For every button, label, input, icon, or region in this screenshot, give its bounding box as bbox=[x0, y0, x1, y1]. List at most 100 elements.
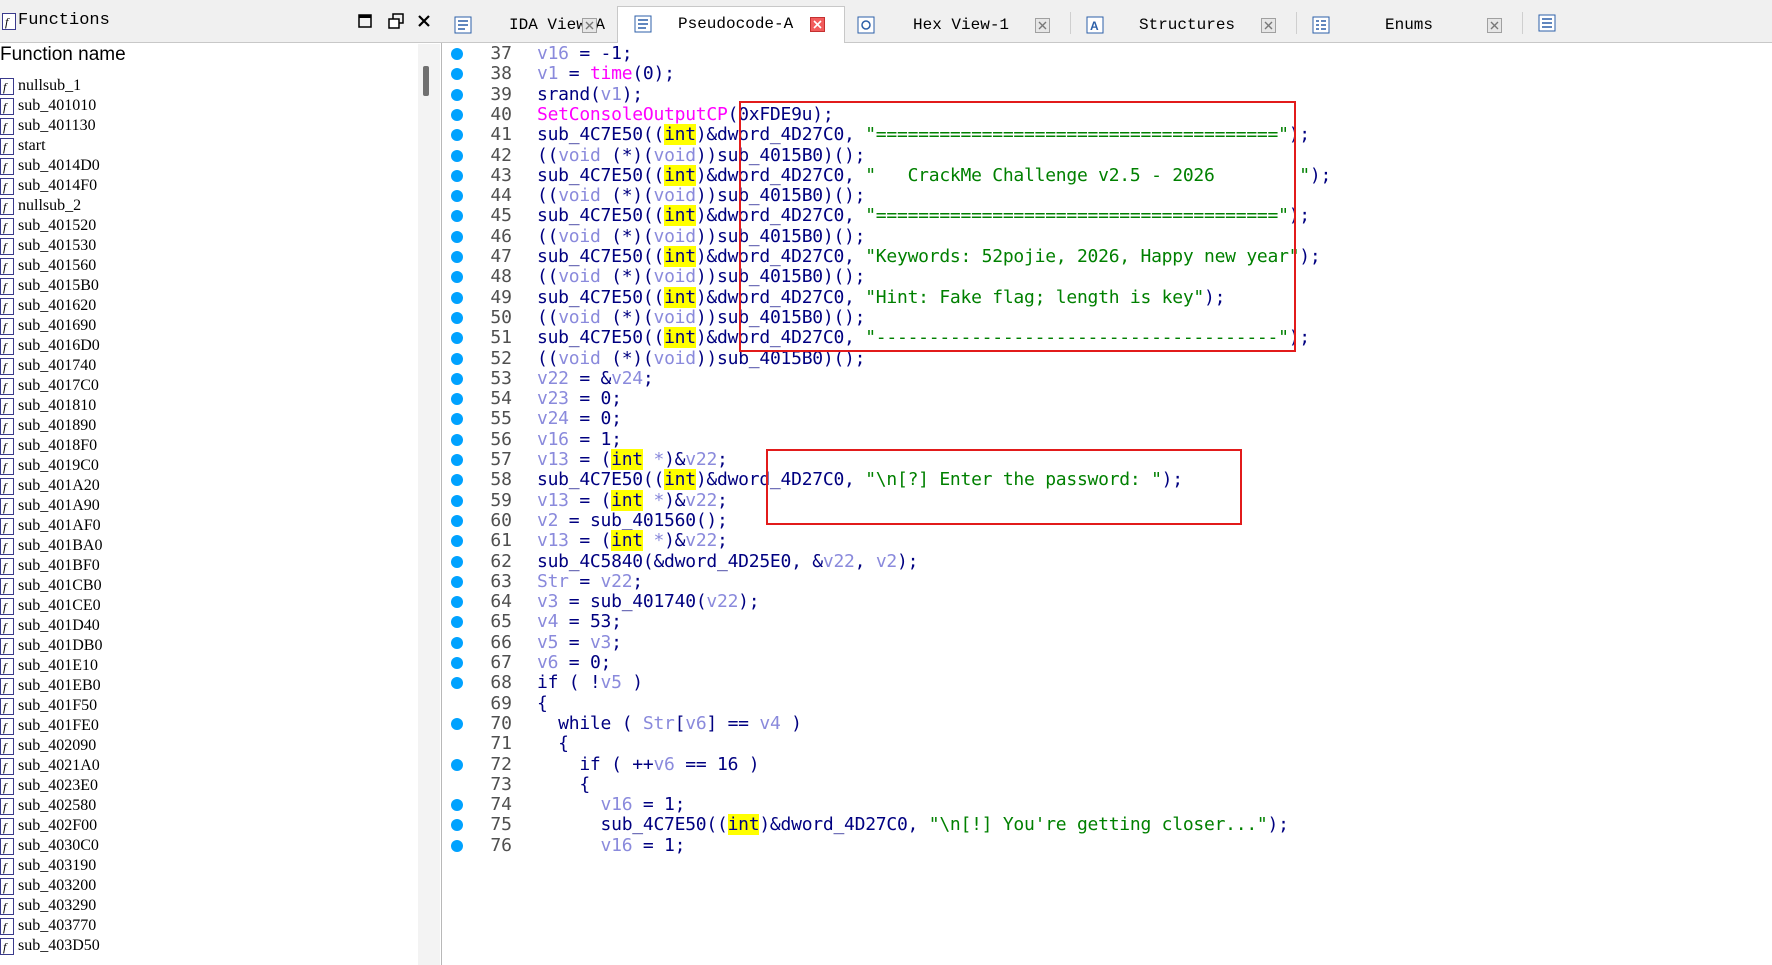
function-list-item[interactable]: f sub_401BA0 bbox=[0, 536, 410, 556]
code-text[interactable]: { bbox=[537, 774, 590, 796]
close-tab-icon[interactable] bbox=[1035, 18, 1050, 33]
function-list-item[interactable]: f sub_403190 bbox=[0, 856, 410, 876]
function-list-item[interactable]: f sub_403290 bbox=[0, 896, 410, 916]
function-list-item[interactable]: f sub_4016D0 bbox=[0, 336, 410, 356]
code-text[interactable]: v13 = (int *)&v22; bbox=[537, 449, 728, 471]
code-text[interactable]: v3 = sub_401740(v22); bbox=[537, 591, 760, 613]
code-text[interactable]: v16 = 1; bbox=[537, 794, 686, 816]
breakpoint-marker-icon[interactable] bbox=[451, 717, 463, 730]
function-list-item[interactable]: f sub_402F00 bbox=[0, 816, 410, 836]
function-list-item[interactable]: f sub_401D40 bbox=[0, 616, 410, 636]
code-line[interactable]: 61 v13 = (int *)&v22; bbox=[442, 530, 1772, 552]
breakpoint-marker-icon[interactable] bbox=[451, 372, 463, 385]
function-list-item[interactable]: f sub_4014F0 bbox=[0, 176, 410, 196]
code-text[interactable]: { bbox=[537, 693, 548, 715]
function-list-item[interactable]: f sub_401620 bbox=[0, 296, 410, 316]
code-text[interactable]: sub_4C7E50((int)&dword_4D27C0, "\n[!] Yo… bbox=[537, 814, 1289, 836]
function-list-item[interactable]: f sub_401890 bbox=[0, 416, 410, 436]
breakpoint-marker-icon[interactable] bbox=[451, 393, 463, 406]
code-text[interactable]: v5 = v3; bbox=[537, 632, 622, 654]
tab-structures[interactable]: A Structures bbox=[1070, 8, 1296, 43]
breakpoint-marker-icon[interactable] bbox=[451, 332, 463, 345]
function-list-item[interactable]: f sub_4017C0 bbox=[0, 376, 410, 396]
code-line[interactable]: 76 v16 = 1; bbox=[442, 835, 1772, 857]
code-line[interactable]: 68 if ( !v5 ) bbox=[442, 672, 1772, 694]
code-text[interactable]: v13 = (int *)&v22; bbox=[537, 489, 728, 512]
breakpoint-marker-icon[interactable] bbox=[451, 494, 463, 507]
close-tab-icon[interactable] bbox=[1261, 18, 1276, 33]
function-list-item[interactable]: f nullsub_2 bbox=[0, 196, 410, 216]
code-text[interactable]: v6 = 0; bbox=[537, 652, 611, 674]
breakpoint-marker-icon[interactable] bbox=[451, 616, 463, 629]
breakpoint-marker-icon[interactable] bbox=[451, 758, 463, 771]
function-list-item[interactable]: f sub_401810 bbox=[0, 396, 410, 416]
code-text[interactable]: srand(v1); bbox=[537, 84, 643, 106]
function-list-item[interactable]: f sub_401690 bbox=[0, 316, 410, 336]
code-line[interactable]: 66 v5 = v3; bbox=[442, 632, 1772, 654]
code-text[interactable]: v22 = &v24; bbox=[537, 368, 654, 390]
code-text[interactable]: sub_4C5840(&dword_4D25E0, &v22, v2); bbox=[537, 551, 918, 573]
code-text[interactable]: v16 = 1; bbox=[537, 429, 622, 451]
breakpoint-marker-icon[interactable] bbox=[451, 190, 463, 203]
code-line[interactable]: 72 if ( ++v6 == 16 ) bbox=[442, 754, 1772, 776]
function-list-item[interactable]: f sub_401A90 bbox=[0, 496, 410, 516]
close-tab-icon[interactable] bbox=[810, 17, 825, 32]
tab-enums[interactable]: Enums bbox=[1296, 8, 1522, 43]
function-list-item[interactable]: f sub_4030C0 bbox=[0, 836, 410, 856]
imports-tab-icon[interactable] bbox=[1538, 14, 1556, 32]
function-list-item[interactable]: f sub_401AF0 bbox=[0, 516, 410, 536]
breakpoint-marker-icon[interactable] bbox=[451, 68, 463, 81]
breakpoint-marker-icon[interactable] bbox=[451, 230, 463, 243]
code-line[interactable]: 67 v6 = 0; bbox=[442, 652, 1772, 674]
code-line[interactable]: 64 v3 = sub_401740(v22); bbox=[442, 591, 1772, 613]
breakpoint-marker-icon[interactable] bbox=[451, 352, 463, 365]
function-list-item[interactable]: f sub_402090 bbox=[0, 736, 410, 756]
code-line[interactable]: 65 v4 = 53; bbox=[442, 611, 1772, 633]
breakpoint-marker-icon[interactable] bbox=[451, 636, 463, 649]
tab-pseudocode-a[interactable]: Pseudocode-A bbox=[617, 6, 845, 44]
code-text[interactable]: if ( ++v6 == 16 ) bbox=[537, 754, 759, 776]
code-line[interactable]: 53 v22 = &v24; bbox=[442, 368, 1772, 390]
breakpoint-marker-icon[interactable] bbox=[451, 210, 463, 223]
breakpoint-marker-icon[interactable] bbox=[451, 454, 463, 466]
tab-hex-view-1[interactable]: Hex View-1 bbox=[845, 8, 1070, 43]
function-list-item[interactable]: f sub_4019C0 bbox=[0, 456, 410, 476]
code-text[interactable]: v2 = sub_401560(); bbox=[537, 510, 728, 532]
function-list-item[interactable]: f sub_401560 bbox=[0, 256, 410, 276]
breakpoint-marker-icon[interactable] bbox=[451, 677, 463, 690]
function-list-item[interactable]: f sub_403D50 bbox=[0, 936, 410, 956]
breakpoint-marker-icon[interactable] bbox=[451, 48, 463, 60]
code-text[interactable]: Str = v22; bbox=[537, 571, 643, 593]
pseudocode-view[interactable]: 37 v16 = -1; 38 v1 = time(0); 39 srand(v1); 40… bbox=[442, 43, 1772, 965]
breakpoint-marker-icon[interactable] bbox=[451, 129, 463, 142]
code-line[interactable]: 62 sub_4C5840(&dword_4D25E0, &v22, v2); bbox=[442, 551, 1772, 573]
breakpoint-marker-icon[interactable] bbox=[451, 657, 463, 669]
function-list-item[interactable]: f sub_401010 bbox=[0, 96, 410, 116]
code-text[interactable]: v16 = -1; bbox=[537, 43, 633, 65]
close-icon[interactable] bbox=[414, 11, 434, 31]
function-list-item[interactable]: f sub_401FE0 bbox=[0, 716, 410, 736]
code-line[interactable]: 55 v24 = 0; bbox=[442, 408, 1772, 430]
function-list-item[interactable]: f start bbox=[0, 136, 410, 156]
function-list-item[interactable]: f sub_4018F0 bbox=[0, 436, 410, 456]
breakpoint-marker-icon[interactable] bbox=[451, 251, 463, 263]
breakpoint-marker-icon[interactable] bbox=[451, 514, 463, 527]
breakpoint-marker-icon[interactable] bbox=[451, 291, 463, 304]
breakpoint-marker-icon[interactable] bbox=[451, 413, 463, 426]
function-list-item[interactable]: f sub_4021A0 bbox=[0, 756, 410, 776]
restore-icon[interactable] bbox=[386, 11, 406, 31]
code-text[interactable]: { bbox=[537, 733, 569, 755]
function-list-item[interactable]: f sub_401520 bbox=[0, 216, 410, 236]
code-text[interactable]: v23 = 0; bbox=[537, 388, 622, 410]
code-text[interactable]: v16 = 1; bbox=[537, 835, 686, 857]
function-list-item[interactable]: f sub_401BF0 bbox=[0, 556, 410, 576]
function-list-item[interactable]: f sub_403770 bbox=[0, 916, 410, 936]
code-text[interactable]: if ( !v5 ) bbox=[537, 672, 643, 694]
function-list-item[interactable]: f nullsub_1 bbox=[0, 76, 410, 96]
function-list-item[interactable]: f sub_402580 bbox=[0, 796, 410, 816]
function-list-item[interactable]: f sub_401E10 bbox=[0, 656, 410, 676]
breakpoint-marker-icon[interactable] bbox=[451, 149, 463, 162]
code-text[interactable]: v24 = 0; bbox=[537, 408, 622, 430]
breakpoint-marker-icon[interactable] bbox=[451, 799, 463, 812]
code-line[interactable]: 69 { bbox=[442, 693, 1772, 715]
